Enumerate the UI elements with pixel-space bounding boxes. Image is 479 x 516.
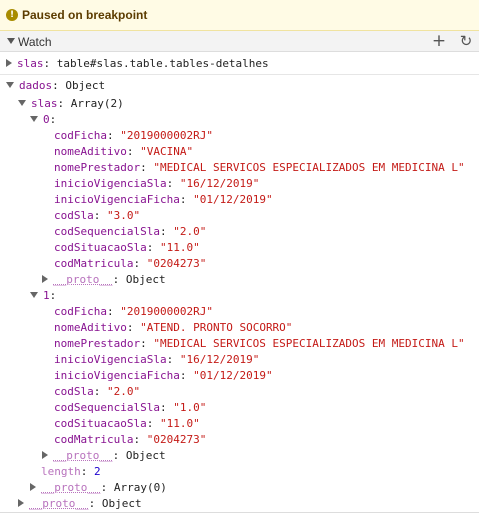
- property-row: inicioVigenciaFicha: "01/12/2019": [54, 369, 273, 382]
- property-row: nomeAditivo: "ATEND. PRONTO SOCORRO": [54, 321, 293, 334]
- divider: [0, 512, 479, 513]
- expand-arrow-icon[interactable]: [18, 499, 24, 507]
- tree-key: slas: [31, 97, 58, 110]
- watch-title: Watch: [18, 35, 52, 49]
- property-row: codSla: "3.0": [54, 209, 141, 222]
- expand-arrow-icon[interactable]: [42, 451, 48, 459]
- tree-node-proto[interactable]: __proto__: Object: [42, 448, 166, 464]
- divider: [0, 74, 479, 75]
- watch-key: slas: [17, 57, 44, 70]
- tree-key: 0: [43, 113, 50, 126]
- collapse-arrow-icon[interactable]: [18, 100, 26, 106]
- watch-item-slas[interactable]: slas: table#slas.table.tables-detalhes: [6, 56, 269, 72]
- property-row: codFicha: "2019000002RJ": [54, 129, 213, 142]
- property-row: codSequencialSla: "1.0": [54, 401, 207, 414]
- pause-icon: !: [6, 9, 18, 21]
- plus-icon[interactable]: +: [431, 32, 447, 50]
- chevron-down-icon[interactable]: [7, 38, 15, 44]
- property-row: nomePrestador: "MEDICAL SERVICOS ESPECIA…: [54, 161, 465, 174]
- tree-node-proto[interactable]: __proto__: Array(0): [30, 480, 167, 496]
- tree-node-proto[interactable]: __proto__: Object: [18, 496, 142, 512]
- tree-node-slas[interactable]: slas: Array(2): [18, 96, 124, 112]
- property-row: nomePrestador: "MEDICAL SERVICOS ESPECIA…: [54, 337, 465, 350]
- expand-arrow-icon[interactable]: [6, 59, 12, 67]
- tree-key: 1: [43, 289, 50, 302]
- watch-value: Object: [65, 79, 106, 92]
- property-row-length: length: 2: [41, 465, 101, 478]
- paused-banner: ! Paused on breakpoint: [0, 0, 479, 31]
- collapse-arrow-icon[interactable]: [6, 82, 14, 88]
- property-row: codSla: "2.0": [54, 385, 141, 398]
- tree-node-index-1[interactable]: 1:: [30, 288, 56, 304]
- watch-item-dados[interactable]: dados: Object: [6, 78, 105, 94]
- collapse-arrow-icon[interactable]: [30, 116, 38, 122]
- property-row: nomeAditivo: "VACINA": [54, 145, 194, 158]
- property-row: inicioVigenciaSla: "16/12/2019": [54, 177, 260, 190]
- property-row: codMatricula: "0204273": [54, 433, 207, 446]
- property-row: codSituacaoSla: "11.0": [54, 241, 200, 254]
- tree-node-index-0[interactable]: 0:: [30, 112, 56, 128]
- watch-header[interactable]: Watch + ↻: [0, 31, 479, 52]
- expand-arrow-icon[interactable]: [30, 483, 36, 491]
- property-row: codSituacaoSla: "11.0": [54, 417, 200, 430]
- property-row: codMatricula: "0204273": [54, 257, 207, 270]
- property-row: inicioVigenciaFicha: "01/12/2019": [54, 193, 273, 206]
- tree-value: Array(2): [70, 97, 124, 110]
- collapse-arrow-icon[interactable]: [30, 292, 38, 298]
- banner-text: Paused on breakpoint: [22, 8, 148, 22]
- watch-key: dados: [19, 79, 53, 92]
- refresh-icon[interactable]: ↻: [458, 32, 474, 50]
- tree-node-proto[interactable]: __proto__: Object: [42, 272, 166, 288]
- expand-arrow-icon[interactable]: [42, 275, 48, 283]
- property-row: codSequencialSla: "2.0": [54, 225, 207, 238]
- property-row: codFicha: "2019000002RJ": [54, 305, 213, 318]
- watch-value: table#slas.table.tables-detalhes: [56, 57, 269, 70]
- property-row: inicioVigenciaSla: "16/12/2019": [54, 353, 260, 366]
